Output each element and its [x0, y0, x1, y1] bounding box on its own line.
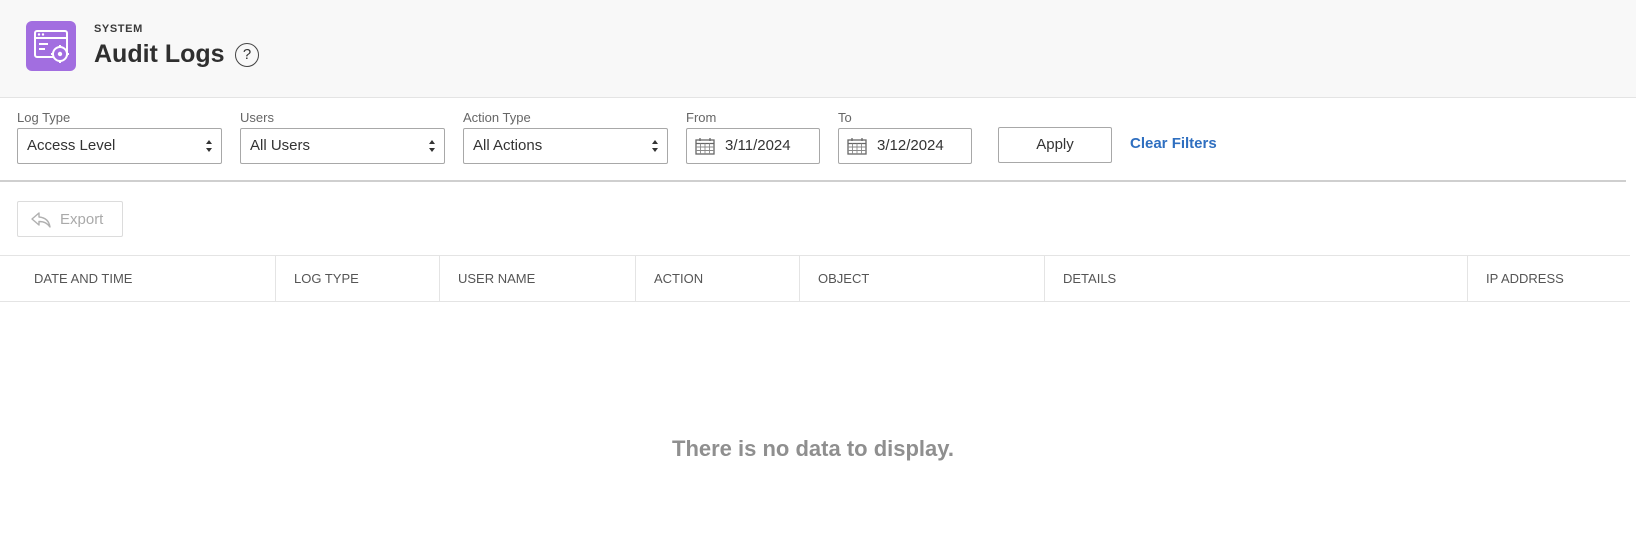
to-date-value: 3/12/2024: [877, 137, 944, 154]
log-type-label: Log Type: [17, 110, 71, 125]
apply-button[interactable]: Apply: [998, 127, 1112, 163]
empty-state-message: There is no data to display.: [672, 436, 954, 461]
users-value: All Users: [250, 137, 311, 154]
calendar-icon[interactable]: [847, 137, 867, 155]
filter-bar: Log Type Access Level Users All Users Ac…: [0, 98, 1636, 182]
select-arrows-icon: [206, 140, 212, 152]
table-header: DATE AND TIME LOG TYPE USER NAME ACTION …: [0, 255, 1630, 302]
to-label: To: [838, 110, 852, 125]
calendar-icon[interactable]: [695, 137, 715, 155]
column-log-type[interactable]: LOG TYPE: [275, 256, 439, 301]
from-label: From: [686, 110, 717, 125]
action-type-label: Action Type: [463, 110, 531, 125]
users-filter: Users All Users: [240, 110, 445, 164]
column-ip-address[interactable]: IP ADDRESS: [1467, 256, 1630, 301]
select-arrows-icon: [652, 140, 658, 152]
section-eyebrow: SYSTEM: [94, 23, 143, 35]
from-date-input[interactable]: 3/11/2024: [686, 128, 820, 164]
export-reply-icon: [31, 212, 51, 228]
from-date-value: 3/11/2024: [725, 137, 791, 154]
select-arrows-icon: [429, 140, 435, 152]
log-type-value: Access Level: [27, 137, 116, 154]
users-label: Users: [240, 110, 274, 125]
page-title: Audit Logs: [94, 40, 225, 68]
clear-filters-link[interactable]: Clear Filters: [1130, 135, 1217, 152]
column-user-name[interactable]: USER NAME: [439, 256, 635, 301]
action-type-select[interactable]: All Actions: [463, 128, 668, 164]
column-action[interactable]: ACTION: [635, 256, 799, 301]
action-type-value: All Actions: [473, 137, 543, 154]
audit-settings-icon: [26, 21, 76, 71]
from-date-filter: From 3/11/2024: [686, 110, 820, 164]
export-button[interactable]: Export: [17, 201, 123, 237]
users-select[interactable]: All Users: [240, 128, 445, 164]
column-date-and-time[interactable]: DATE AND TIME: [0, 256, 275, 301]
action-type-filter: Action Type All Actions: [463, 110, 668, 164]
to-date-input[interactable]: 3/12/2024: [838, 128, 972, 164]
page-header: SYSTEM Audit Logs ?: [0, 0, 1636, 98]
log-type-filter: Log Type Access Level: [17, 110, 222, 164]
filter-divider: [0, 180, 1626, 182]
export-label: Export: [60, 211, 104, 228]
help-icon[interactable]: ?: [235, 43, 259, 67]
column-object[interactable]: OBJECT: [799, 256, 1044, 301]
to-date-filter: To 3/12/2024: [838, 110, 972, 164]
column-details[interactable]: DETAILS: [1044, 256, 1467, 301]
log-type-select[interactable]: Access Level: [17, 128, 222, 164]
